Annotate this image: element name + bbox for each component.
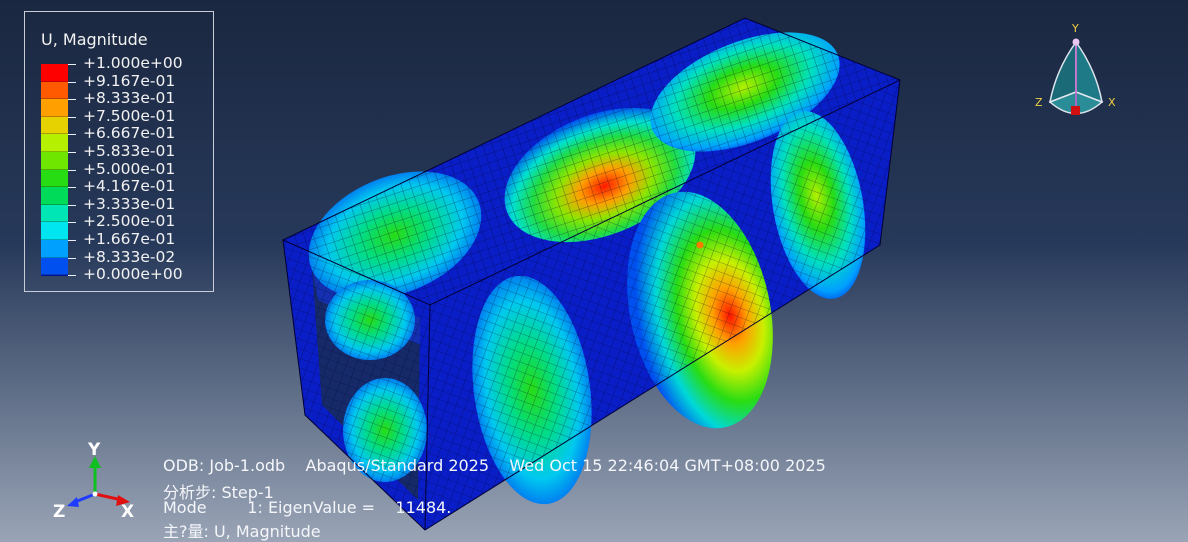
view-cube-z-label: Z	[1035, 96, 1043, 109]
legend-swatch	[41, 81, 68, 100]
legend-tick	[68, 187, 76, 189]
legend-tick	[68, 169, 76, 171]
legend-level-label: +9.167e-01	[83, 71, 176, 90]
legend-swatch	[41, 116, 68, 135]
legend-level-label: +4.167e-01	[83, 177, 176, 196]
legend-tick	[68, 64, 76, 65]
legend-level-label: +1.667e-01	[83, 230, 176, 248]
legend-tick	[68, 99, 76, 101]
legend-swatch	[41, 99, 68, 117]
coordinate-triad	[67, 456, 130, 507]
legend-swatch	[41, 151, 68, 170]
legend-level-label: +0.000e+00	[83, 265, 183, 284]
legend-swatches	[41, 64, 68, 277]
legend-tick	[68, 134, 76, 136]
legend-title: U, Magnitude	[41, 30, 148, 49]
legend-level-label: +8.333e-02	[83, 247, 176, 266]
view-cube-y-label: Y	[1072, 22, 1079, 35]
legend-swatch	[41, 222, 68, 240]
legend-swatch	[41, 169, 68, 188]
legend-level-label: +5.833e-01	[83, 142, 176, 160]
view-cube-x-label: X	[1108, 96, 1116, 109]
legend-level-label: +5.000e-01	[83, 159, 176, 178]
legend-swatch	[41, 64, 68, 82]
legend-tick	[68, 222, 76, 224]
legend-swatch	[41, 134, 68, 152]
legend-tick	[68, 116, 76, 118]
view-cube[interactable]	[1036, 30, 1116, 140]
primary-variable-info: 主?量: U, Magnitude	[163, 522, 321, 541]
legend[interactable]: U, Magnitude +1.000e+00 +9.167e-01 +8.333e…	[24, 11, 214, 292]
legend-swatch	[41, 257, 68, 276]
legend-level-label: +1.000e+00	[83, 54, 183, 72]
legend-level-label: +6.667e-01	[83, 124, 176, 143]
legend-level-label: +8.333e-01	[83, 89, 176, 108]
legend-tick	[68, 275, 76, 277]
legend-swatch	[41, 204, 68, 223]
legend-level-label: +7.500e-01	[83, 106, 176, 125]
probe-marker[interactable]	[696, 241, 704, 249]
mode-info: Mode 1: EigenValue = 11484.	[163, 498, 452, 517]
legend-level-label: +3.333e-01	[83, 194, 176, 213]
odb-info: ODB: Job-1.odb Abaqus/Standard 2025 Wed …	[163, 456, 826, 475]
legend-tick	[68, 257, 76, 259]
triad-label-x: X	[121, 502, 135, 522]
legend-swatch	[41, 239, 68, 258]
legend-swatch	[41, 275, 68, 277]
legend-tick	[68, 204, 76, 206]
legend-tick	[68, 81, 76, 83]
viewport[interactable]: U, Magnitude +1.000e+00 +9.167e-01 +8.333e…	[0, 0, 1188, 542]
legend-swatch	[41, 187, 68, 205]
legend-tick	[68, 240, 76, 241]
legend-level-label: +2.500e-01	[83, 212, 176, 231]
triad-label-y: Y	[88, 440, 101, 460]
triad-label-z: Z	[53, 502, 66, 522]
legend-tick	[68, 152, 76, 153]
